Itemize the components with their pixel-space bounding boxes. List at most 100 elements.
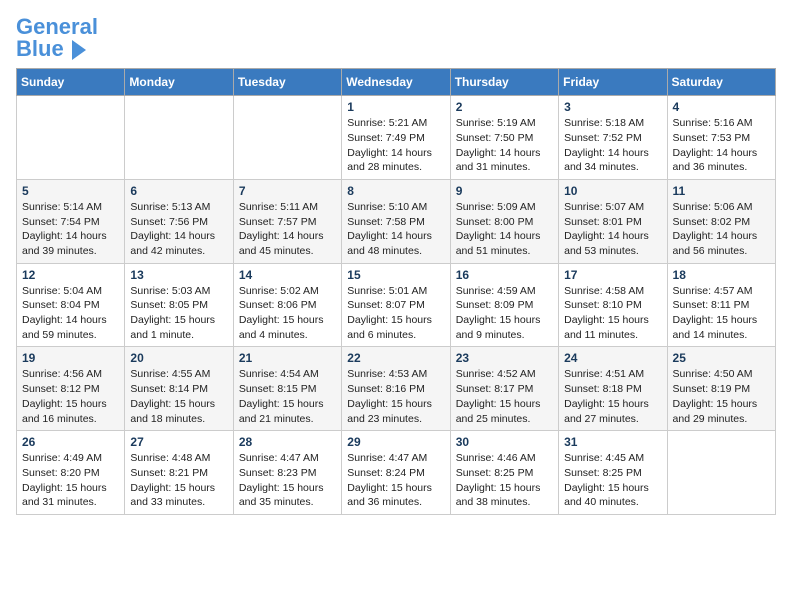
calendar-cell: 29 Sunrise: 4:47 AM Sunset: 8:24 PM Dayli… <box>342 431 450 515</box>
calendar-cell: 21 Sunrise: 4:54 AM Sunset: 8:15 PM Dayli… <box>233 347 341 431</box>
calendar-cell: 12 Sunrise: 5:04 AM Sunset: 8:04 PM Dayli… <box>17 263 125 347</box>
day-info: Sunrise: 4:59 AM Sunset: 8:09 PM Dayligh… <box>456 284 553 343</box>
day-info: Sunrise: 4:56 AM Sunset: 8:12 PM Dayligh… <box>22 367 119 426</box>
day-info: Sunrise: 4:58 AM Sunset: 8:10 PM Dayligh… <box>564 284 661 343</box>
day-info: Sunrise: 4:51 AM Sunset: 8:18 PM Dayligh… <box>564 367 661 426</box>
day-number: 19 <box>22 351 119 365</box>
day-number: 10 <box>564 184 661 198</box>
day-number: 17 <box>564 268 661 282</box>
day-number: 3 <box>564 100 661 114</box>
day-info: Sunrise: 4:47 AM Sunset: 8:24 PM Dayligh… <box>347 451 444 510</box>
day-info: Sunrise: 4:54 AM Sunset: 8:15 PM Dayligh… <box>239 367 336 426</box>
logo-text: General Blue <box>16 16 98 60</box>
calendar-cell: 22Sunrise: 4:53 AM Sunset: 8:16 PM Dayli… <box>342 347 450 431</box>
calendar-cell: 10 Sunrise: 5:07 AM Sunset: 8:01 PM Dayli… <box>559 179 667 263</box>
day-info: Sunrise: 5:18 AM Sunset: 7:52 PM Dayligh… <box>564 116 661 175</box>
logo-blue: Blue <box>16 36 64 61</box>
day-info: Sunrise: 5:10 AM Sunset: 7:58 PM Dayligh… <box>347 200 444 259</box>
day-info: Sunrise: 5:04 AM Sunset: 8:04 PM Dayligh… <box>22 284 119 343</box>
calendar-cell: 1 Sunrise: 5:21 AM Sunset: 7:49 PM Daylig… <box>342 96 450 180</box>
day-number: 7 <box>239 184 336 198</box>
calendar-cell: 8 Sunrise: 5:10 AM Sunset: 7:58 PM Daylig… <box>342 179 450 263</box>
day-number: 29 <box>347 435 444 449</box>
day-info: Sunrise: 4:45 AM Sunset: 8:25 PM Dayligh… <box>564 451 661 510</box>
header: General Blue <box>16 16 776 60</box>
calendar-cell: 28 Sunrise: 4:47 AM Sunset: 8:23 PM Dayli… <box>233 431 341 515</box>
calendar-cell: 25Sunrise: 4:50 AM Sunset: 8:19 PM Dayli… <box>667 347 775 431</box>
day-number: 13 <box>130 268 227 282</box>
day-info: Sunrise: 5:09 AM Sunset: 8:00 PM Dayligh… <box>456 200 553 259</box>
day-number: 5 <box>22 184 119 198</box>
weekday-header-saturday: Saturday <box>667 69 775 96</box>
weekday-header-tuesday: Tuesday <box>233 69 341 96</box>
calendar-week-5: 26 Sunrise: 4:49 AM Sunset: 8:20 PM Dayli… <box>17 431 776 515</box>
day-number: 18 <box>673 268 770 282</box>
day-number: 20 <box>130 351 227 365</box>
day-number: 6 <box>130 184 227 198</box>
calendar-cell: 17 Sunrise: 4:58 AM Sunset: 8:10 PM Dayli… <box>559 263 667 347</box>
weekday-header-friday: Friday <box>559 69 667 96</box>
day-info: Sunrise: 5:14 AM Sunset: 7:54 PM Dayligh… <box>22 200 119 259</box>
day-number: 26 <box>22 435 119 449</box>
calendar: SundayMondayTuesdayWednesdayThursdayFrid… <box>16 68 776 515</box>
day-info: Sunrise: 5:11 AM Sunset: 7:57 PM Dayligh… <box>239 200 336 259</box>
logo: General Blue <box>16 16 98 60</box>
calendar-cell: 23 Sunrise: 4:52 AM Sunset: 8:17 PM Dayli… <box>450 347 558 431</box>
calendar-cell: 26 Sunrise: 4:49 AM Sunset: 8:20 PM Dayli… <box>17 431 125 515</box>
day-number: 9 <box>456 184 553 198</box>
day-number: 16 <box>456 268 553 282</box>
day-info: Sunrise: 5:21 AM Sunset: 7:49 PM Dayligh… <box>347 116 444 175</box>
day-info: Sunrise: 5:19 AM Sunset: 7:50 PM Dayligh… <box>456 116 553 175</box>
day-info: Sunrise: 4:46 AM Sunset: 8:25 PM Dayligh… <box>456 451 553 510</box>
day-number: 8 <box>347 184 444 198</box>
weekday-header-sunday: Sunday <box>17 69 125 96</box>
calendar-cell <box>125 96 233 180</box>
calendar-week-2: 5 Sunrise: 5:14 AM Sunset: 7:54 PM Daylig… <box>17 179 776 263</box>
calendar-cell: 19 Sunrise: 4:56 AM Sunset: 8:12 PM Dayli… <box>17 347 125 431</box>
calendar-cell: 5 Sunrise: 5:14 AM Sunset: 7:54 PM Daylig… <box>17 179 125 263</box>
weekday-header-wednesday: Wednesday <box>342 69 450 96</box>
calendar-cell: 30 Sunrise: 4:46 AM Sunset: 8:25 PM Dayli… <box>450 431 558 515</box>
day-number: 4 <box>673 100 770 114</box>
day-info: Sunrise: 5:02 AM Sunset: 8:06 PM Dayligh… <box>239 284 336 343</box>
day-info: Sunrise: 5:07 AM Sunset: 8:01 PM Dayligh… <box>564 200 661 259</box>
calendar-cell: 20Sunrise: 4:55 AM Sunset: 8:14 PM Dayli… <box>125 347 233 431</box>
day-number: 27 <box>130 435 227 449</box>
day-info: Sunrise: 4:49 AM Sunset: 8:20 PM Dayligh… <box>22 451 119 510</box>
day-info: Sunrise: 4:48 AM Sunset: 8:21 PM Dayligh… <box>130 451 227 510</box>
calendar-cell: 31 Sunrise: 4:45 AM Sunset: 8:25 PM Dayli… <box>559 431 667 515</box>
day-number: 22 <box>347 351 444 365</box>
day-number: 14 <box>239 268 336 282</box>
weekday-header-monday: Monday <box>125 69 233 96</box>
calendar-cell: 24 Sunrise: 4:51 AM Sunset: 8:18 PM Dayli… <box>559 347 667 431</box>
calendar-cell: 9 Sunrise: 5:09 AM Sunset: 8:00 PM Daylig… <box>450 179 558 263</box>
day-number: 31 <box>564 435 661 449</box>
day-info: Sunrise: 4:50 AM Sunset: 8:19 PM Dayligh… <box>673 367 770 426</box>
day-number: 21 <box>239 351 336 365</box>
day-number: 24 <box>564 351 661 365</box>
calendar-cell: 16 Sunrise: 4:59 AM Sunset: 8:09 PM Dayli… <box>450 263 558 347</box>
calendar-cell <box>17 96 125 180</box>
day-number: 30 <box>456 435 553 449</box>
weekday-header-thursday: Thursday <box>450 69 558 96</box>
calendar-cell: 14 Sunrise: 5:02 AM Sunset: 8:06 PM Dayli… <box>233 263 341 347</box>
calendar-cell <box>667 431 775 515</box>
day-info: Sunrise: 5:16 AM Sunset: 7:53 PM Dayligh… <box>673 116 770 175</box>
day-number: 1 <box>347 100 444 114</box>
day-info: Sunrise: 5:06 AM Sunset: 8:02 PM Dayligh… <box>673 200 770 259</box>
day-info: Sunrise: 5:03 AM Sunset: 8:05 PM Dayligh… <box>130 284 227 343</box>
day-number: 2 <box>456 100 553 114</box>
day-info: Sunrise: 5:01 AM Sunset: 8:07 PM Dayligh… <box>347 284 444 343</box>
calendar-cell: 13 Sunrise: 5:03 AM Sunset: 8:05 PM Dayli… <box>125 263 233 347</box>
calendar-cell: 2 Sunrise: 5:19 AM Sunset: 7:50 PM Daylig… <box>450 96 558 180</box>
day-number: 12 <box>22 268 119 282</box>
calendar-week-3: 12 Sunrise: 5:04 AM Sunset: 8:04 PM Dayli… <box>17 263 776 347</box>
day-info: Sunrise: 4:52 AM Sunset: 8:17 PM Dayligh… <box>456 367 553 426</box>
day-number: 28 <box>239 435 336 449</box>
calendar-week-1: 1 Sunrise: 5:21 AM Sunset: 7:49 PM Daylig… <box>17 96 776 180</box>
day-number: 23 <box>456 351 553 365</box>
calendar-cell: 4 Sunrise: 5:16 AM Sunset: 7:53 PM Daylig… <box>667 96 775 180</box>
day-info: Sunrise: 4:47 AM Sunset: 8:23 PM Dayligh… <box>239 451 336 510</box>
day-number: 15 <box>347 268 444 282</box>
calendar-cell: 15 Sunrise: 5:01 AM Sunset: 8:07 PM Dayli… <box>342 263 450 347</box>
